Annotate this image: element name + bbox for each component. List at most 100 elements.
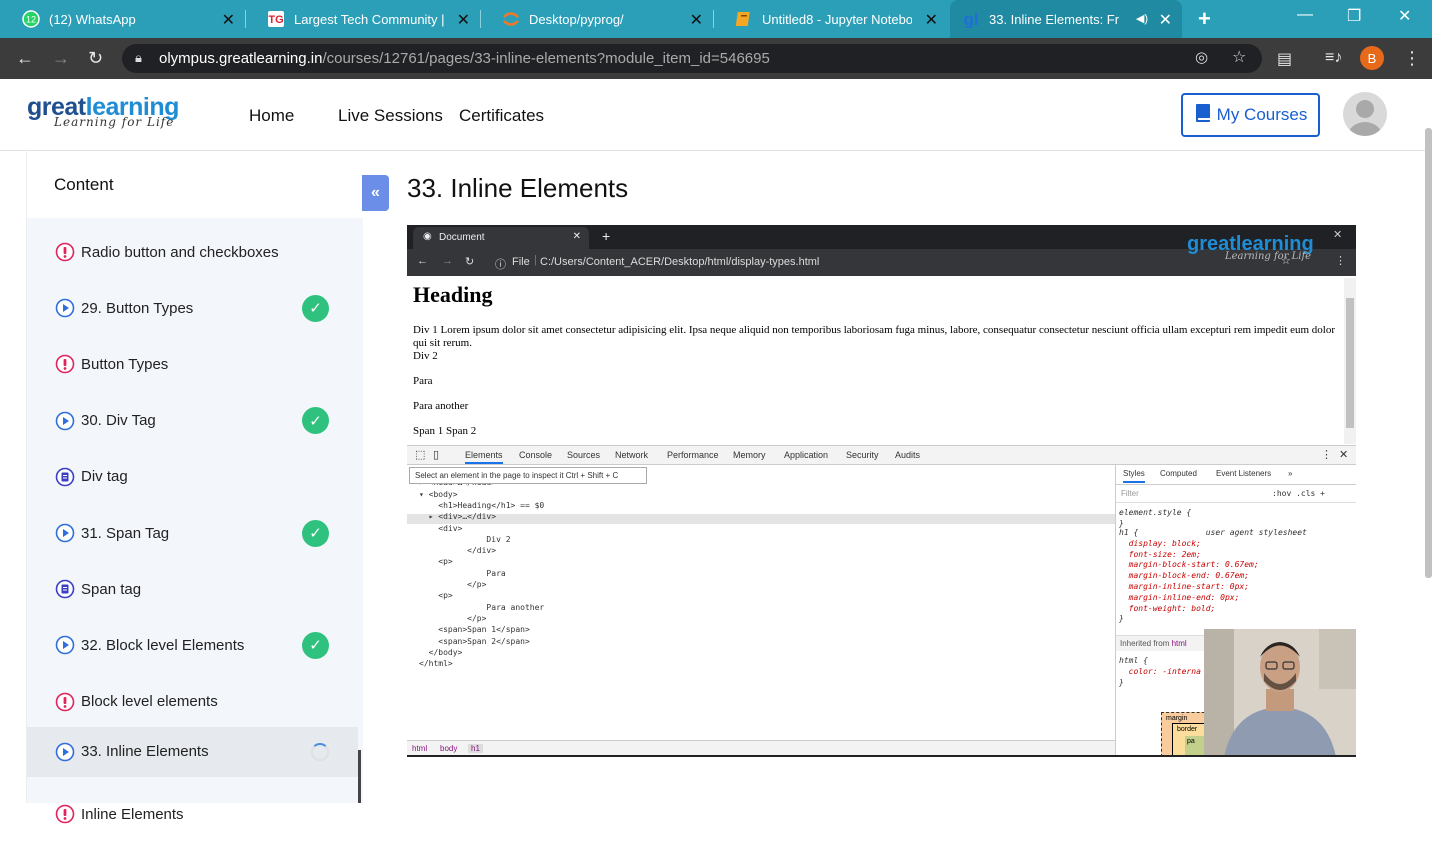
video-player[interactable]: ◉ Document ✕ + ✕ ← → ↻ ⓘ File | C:/Users… xyxy=(407,225,1356,757)
devtools-tab: Performance xyxy=(667,450,719,460)
close-tab-icon[interactable]: ✕ xyxy=(222,10,235,30)
tab-whatsapp[interactable]: 12 (12) WhatsApp ✕ xyxy=(0,0,245,38)
style-line: font-size: 2em; xyxy=(1119,549,1201,559)
sidebar-item[interactable]: Span tag xyxy=(27,561,358,617)
nav-live-sessions[interactable]: Live Sessions xyxy=(338,106,443,126)
audio-playing-icon[interactable]: ◀) xyxy=(1136,12,1148,25)
sidebar-item[interactable]: Inline Elements xyxy=(27,786,358,842)
profile-avatar[interactable]: B xyxy=(1360,46,1384,70)
extensions-icon[interactable]: ▤ xyxy=(1277,49,1292,69)
globe-icon: ◉ xyxy=(423,231,432,242)
sidebar-item-label: 33. Inline Elements xyxy=(81,743,209,761)
my-courses-button[interactable]: My Courses xyxy=(1181,93,1320,137)
tab-tech-community[interactable]: TG Largest Tech Community | F ✕ xyxy=(245,0,480,38)
tab-jupyter-notebook[interactable]: Untitled8 - Jupyter Notebo ✕ xyxy=(713,0,948,38)
sidebar-item[interactable]: Block level elements xyxy=(27,674,358,730)
completed-check-icon: ✓ xyxy=(302,631,329,659)
close-icon: ✕ xyxy=(1333,229,1343,241)
quiz-icon xyxy=(55,692,75,712)
collapse-sidebar-button[interactable]: « xyxy=(362,175,389,211)
dom-line: Div 2 xyxy=(419,534,511,544)
page-scrollbar[interactable] xyxy=(1425,128,1432,578)
dom-line: </p> xyxy=(419,580,487,589)
style-line: } xyxy=(1119,614,1124,624)
address-bar[interactable]: 🔒︎ olympus.greatlearning.in/courses/1276… xyxy=(122,44,1262,73)
sidebar-item[interactable]: Radio button and checkboxes xyxy=(27,224,358,280)
sidebar-item-label: 31. Span Tag xyxy=(81,524,170,542)
user-avatar[interactable] xyxy=(1343,92,1387,136)
jupyter-icon xyxy=(502,10,520,28)
play-circle-icon xyxy=(55,523,75,543)
play-circle-icon xyxy=(55,298,75,318)
completed-check-icon: ✓ xyxy=(302,407,329,435)
close-tab-icon[interactable]: ✕ xyxy=(690,10,703,30)
info-icon: ⓘ xyxy=(495,259,506,271)
tg-icon: TG xyxy=(267,10,285,28)
document-icon xyxy=(55,467,75,487)
nav-certificates[interactable]: Certificates xyxy=(459,106,544,126)
rendered-para-another: Para another xyxy=(413,400,469,412)
sidebar-item-label: Radio button and checkboxes xyxy=(81,243,279,261)
browser-menu-icon[interactable]: ⋮ xyxy=(1403,48,1421,69)
rendered-div2: Div 2 xyxy=(413,350,438,362)
nav-home[interactable]: Home xyxy=(249,106,294,126)
course-content-sidebar: Content Radio button and checkboxes 29. B… xyxy=(26,151,364,824)
sidebar-scrollbar[interactable] xyxy=(358,750,361,803)
sidebar-item[interactable]: 32. Block level Elements ✓ xyxy=(27,617,358,673)
sidebar-item-label: Block level elements xyxy=(81,693,218,711)
play-circle-icon xyxy=(55,635,75,655)
whatsapp-icon: 12 xyxy=(22,10,40,28)
new-tab-button[interactable]: + xyxy=(1198,6,1211,32)
sidebar-item[interactable]: Button Types xyxy=(27,336,358,392)
tab-jupyter-tree[interactable]: Desktop/pyprog/ ✕ xyxy=(480,0,713,38)
tab-title: Largest Tech Community | F xyxy=(294,11,444,27)
close-icon: ✕ xyxy=(572,231,581,242)
device-icon: ▯ xyxy=(433,449,440,461)
svg-text:gl: gl xyxy=(963,10,978,28)
minimize-icon[interactable]: — xyxy=(1297,6,1313,24)
tab-inline-elements[interactable]: gl 33. Inline Elements: Fro ◀) ✕ xyxy=(950,0,1182,38)
dom-line: <span>Span 1</span> xyxy=(419,625,530,635)
eye-slash-icon[interactable]: ◎ xyxy=(1195,48,1208,66)
style-line: element.style { xyxy=(1119,508,1192,517)
sidebar-item-label: 30. Div Tag xyxy=(81,412,156,430)
sidebar-item[interactable]: 29. Button Types ✓ xyxy=(27,280,358,336)
sidebar-item[interactable]: Div tag xyxy=(27,449,358,505)
dom-line: Para another xyxy=(419,602,545,612)
menu-icon: ⋮ xyxy=(1321,449,1332,461)
style-line: html { xyxy=(1119,656,1148,665)
dom-line: <span>Span 2</span> xyxy=(419,636,530,646)
star-icon[interactable]: ☆ xyxy=(1232,47,1246,67)
sidebar-item[interactable]: 30. Div Tag ✓ xyxy=(27,393,358,449)
close-tab-icon[interactable]: ✕ xyxy=(925,10,938,30)
style-line: margin-block-end: 0.67em; xyxy=(1119,571,1250,581)
devtools-tab: Sources xyxy=(567,450,601,460)
sidebar-item[interactable]: 33. Inline Elements xyxy=(27,726,358,777)
close-tab-icon[interactable]: ✕ xyxy=(1159,10,1172,30)
close-icon: ✕ xyxy=(1339,449,1349,461)
page-title: 33. Inline Elements xyxy=(407,173,629,203)
style-line: margin-inline-end: 0px; xyxy=(1119,592,1240,602)
my-courses-label: My Courses xyxy=(1216,105,1308,124)
reload-icon[interactable]: ↻ xyxy=(88,48,103,69)
dom-line: <div> xyxy=(419,523,463,533)
plus-icon: + xyxy=(602,228,611,244)
rendered-heading: Heading xyxy=(413,282,493,307)
sidebar-title: Content xyxy=(27,151,364,218)
dom-line: <p> xyxy=(419,557,453,567)
back-arrow-icon[interactable]: ← xyxy=(16,48,34,69)
close-window-icon[interactable]: ✕ xyxy=(1398,6,1411,26)
media-control-icon[interactable]: ≡♪ xyxy=(1325,49,1342,67)
sidebar-item-label: Inline Elements xyxy=(81,805,184,823)
dom-line: </div> xyxy=(419,546,497,556)
sidebar-item[interactable]: 31. Span Tag ✓ xyxy=(27,505,358,561)
restore-icon[interactable]: ❐ xyxy=(1347,6,1361,26)
style-line: color: -interna xyxy=(1119,667,1201,676)
instructor-webcam xyxy=(1204,629,1356,755)
close-tab-icon[interactable]: ✕ xyxy=(457,10,470,30)
elements-panel: <html lang="en">▸ <head>…</head>▾ <body>… xyxy=(407,465,1115,740)
forward-arrow-icon[interactable]: → xyxy=(52,48,70,69)
play-circle-icon xyxy=(55,742,75,762)
video-file-path: C:/Users/Content_ACER/Desktop/html/displ… xyxy=(540,256,820,268)
watermark-tagline: Learning for Life xyxy=(1225,251,1312,262)
